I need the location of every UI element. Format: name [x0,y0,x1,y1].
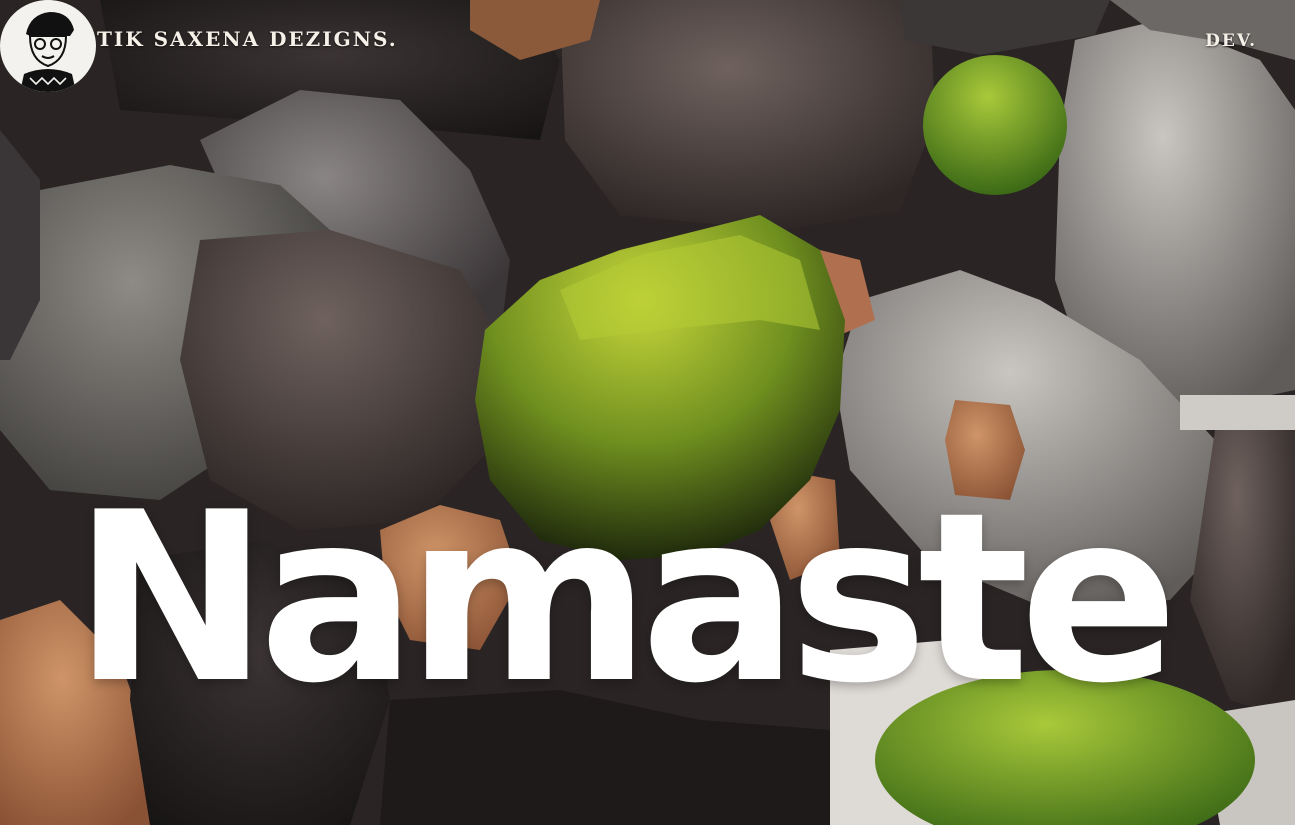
brand-name[interactable]: Tik Saxena Dezigns. [97,27,398,51]
brand-logo[interactable] [0,0,100,92]
avatar [0,0,96,92]
cartoon-avatar-icon [2,0,94,92]
nav-link-dev[interactable]: DEV. [1205,31,1257,51]
hero-title: Namaste [73,463,1178,735]
